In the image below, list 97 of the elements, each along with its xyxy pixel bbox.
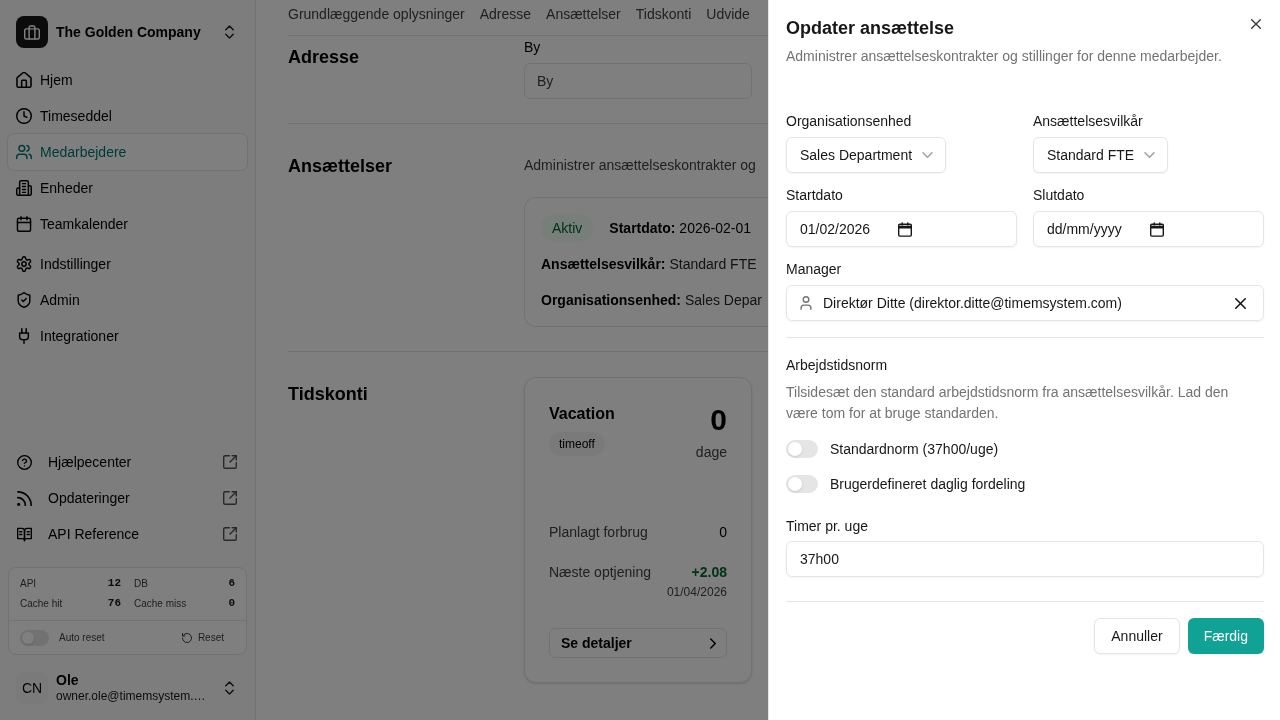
chevron-up-down-icon	[225, 681, 234, 695]
balance-value: 0	[710, 402, 727, 438]
metric-value: 12	[107, 575, 121, 591]
accrual-date: 01/04/2026	[666, 584, 727, 600]
close-icon	[1251, 19, 1261, 29]
account-name: Vacation	[549, 404, 615, 424]
nav-item[interactable]: Integrationer	[8, 318, 247, 354]
end-date-field[interactable]: dd/mm/yyyy	[1033, 211, 1264, 247]
shield-check-icon	[16, 292, 32, 308]
nav-item[interactable]: Enheder	[8, 170, 247, 206]
section-title: Tidskonti	[288, 383, 369, 406]
field-label: By	[524, 38, 542, 57]
field-label: Startdato	[786, 186, 844, 205]
metric-value: 76	[107, 595, 121, 611]
account-row-label: Næste optjening	[549, 563, 651, 582]
field-label: Manager	[786, 260, 843, 279]
account-row-value: 0	[719, 523, 727, 542]
x-icon	[1235, 297, 1246, 309]
field-label: Slutdato	[1033, 186, 1086, 205]
close-button[interactable]	[1251, 19, 1261, 29]
manager-field[interactable]: Direktør Ditte (direktor.ditte@timemsystem.com)	[786, 285, 1264, 321]
section-tab[interactable]: Udvide	[706, 4, 750, 24]
toggle-label: Auto reset	[59, 631, 105, 645]
section-title: Ansættelser	[288, 155, 394, 178]
reset-button[interactable]: Reset	[181, 630, 224, 645]
toggle-switch[interactable]	[786, 475, 818, 493]
section-tab[interactable]: Adresse	[479, 4, 532, 24]
nav-item[interactable]: Indstillinger	[8, 246, 247, 282]
field-label: Organisationsenhed	[786, 112, 912, 131]
sidebar-link[interactable]: Hjælpecenter	[8, 444, 247, 480]
subsection-title: Arbejdstidsnorm	[786, 356, 889, 375]
metric-value: 6	[228, 575, 235, 591]
nav-item[interactable]: Medarbejdere	[8, 134, 247, 170]
metric-value: 0	[228, 595, 235, 611]
home-icon	[16, 72, 32, 88]
dialog-title: Opdater ansættelse	[786, 17, 955, 40]
chevron-right-icon	[710, 637, 716, 649]
reset-arrow-icon	[181, 632, 192, 643]
gear-icon	[16, 256, 32, 272]
cancel-button[interactable]: Annuller	[1094, 618, 1180, 654]
chevron-down-icon	[1144, 152, 1156, 158]
clock-icon	[16, 108, 32, 124]
done-button[interactable]: Færdig	[1187, 618, 1264, 654]
nav-item[interactable]: Timeseddel	[8, 98, 247, 134]
field-label: Ansættelsesvilkår	[1033, 112, 1143, 131]
status-badge: Aktiv	[541, 214, 594, 242]
book-icon	[17, 526, 32, 542]
sidebar-link[interactable]: API Reference	[8, 516, 247, 552]
section-tab[interactable]: Ansættelser	[546, 4, 621, 24]
sidebar-link[interactable]: Opdateringer	[8, 480, 247, 516]
section-description: Administrer ansættelseskontrakter og	[524, 156, 757, 175]
accrual-value: +2.08	[691, 563, 727, 582]
calendar-icon	[1149, 221, 1164, 237]
nav-item[interactable]: Teamkalender	[8, 206, 247, 242]
account-row-label: Planlagt forbrug	[549, 523, 648, 542]
metric-label: API	[20, 576, 37, 591]
building-icon	[16, 180, 32, 196]
briefcase-icon	[16, 16, 48, 48]
org-unit-select[interactable]: Sales Department	[786, 137, 947, 173]
contract-detail: Organisationsenhed: Sales Depar	[541, 291, 763, 310]
contract-detail: Ansættelsesvilkår: Standard FTE	[541, 255, 758, 274]
terms-select[interactable]: Standard FTE	[1033, 137, 1169, 173]
external-link-icon	[223, 527, 237, 541]
toggle-switch[interactable]	[786, 440, 818, 458]
metric-label: Cache miss	[134, 596, 187, 611]
section-tab[interactable]: Grundlæggende oplysninger	[288, 4, 465, 24]
nav-item[interactable]: Admin	[8, 282, 247, 318]
account-tag: timeoff	[549, 432, 605, 456]
user-icon	[800, 296, 812, 310]
help-icon	[17, 454, 32, 470]
field-label: Timer pr. uge	[786, 517, 869, 536]
section-title: Adresse	[288, 46, 361, 69]
metric-label: Cache hit	[20, 596, 63, 611]
city-field[interactable]: By	[524, 63, 752, 99]
chevron-down-icon	[922, 152, 934, 158]
external-link-icon	[223, 491, 237, 505]
toggle-label: Standardnorm (37h00/uge)	[830, 440, 999, 459]
clear-button[interactable]	[1235, 297, 1246, 309]
contract-detail: Startdato: 2026-02-01	[609, 219, 751, 238]
start-date-field[interactable]: 01/02/2026	[786, 211, 1017, 247]
chevron-up-down-icon	[225, 25, 234, 39]
dialog-description: Administrer ansættelseskontrakter og stillinger for denne medarbejder.	[786, 47, 1223, 66]
plug-icon	[16, 328, 32, 344]
calendar-icon	[16, 216, 32, 232]
external-link-icon	[223, 455, 237, 469]
metric-label: DB	[134, 576, 148, 591]
company-switcher[interactable]: The Golden Company	[8, 16, 247, 48]
subsection-description: Tilsidesæt den standard arbejdstidsnorm fra ansættelsesvilkår. Lad den være tom for at bruge standarden.	[786, 383, 1230, 423]
rss-icon	[17, 490, 32, 506]
section-tab[interactable]: Tidskonti	[635, 4, 692, 24]
calendar-icon	[898, 221, 913, 237]
toggle-label: Brugerdefineret daglig fordeling	[830, 475, 1026, 494]
nav-item[interactable]: Hjem	[8, 62, 247, 98]
balance-unit: dage	[695, 443, 727, 462]
users-icon	[16, 144, 32, 160]
details-button[interactable]: Se detaljer	[549, 628, 727, 658]
hours-input[interactable]: 37h00	[786, 541, 1264, 577]
